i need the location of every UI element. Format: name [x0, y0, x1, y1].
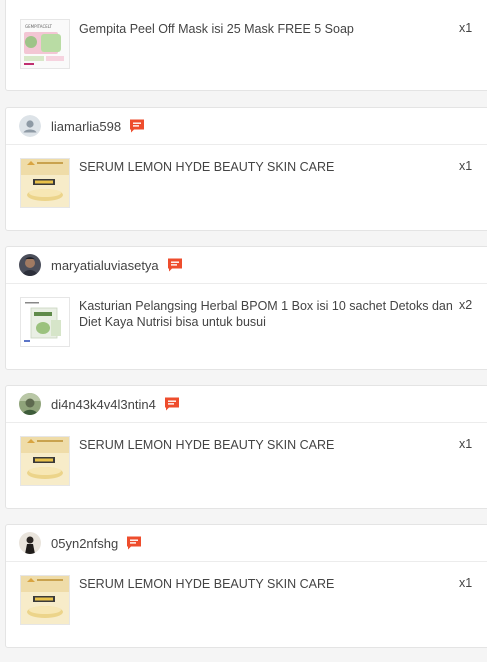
- product-quantity: x1: [459, 437, 473, 451]
- product-thumbnail[interactable]: [20, 158, 70, 208]
- buyer-username[interactable]: di4n43k4v4l3ntin4: [51, 397, 156, 412]
- chat-icon[interactable]: [167, 257, 183, 273]
- serum-product-image: [21, 159, 69, 207]
- product-thumbnail[interactable]: [20, 297, 70, 347]
- product-quantity: x2: [459, 298, 473, 312]
- order-card-header: di4n43k4v4l3ntin4: [6, 386, 487, 423]
- thumb-brand-text: GEMPITACELT: [25, 24, 52, 29]
- product-quantity: x1: [459, 159, 473, 173]
- buyer-username[interactable]: maryatialuviasetya: [51, 258, 159, 273]
- order-card-header: maryatialuviasetya: [6, 247, 487, 284]
- default-avatar-icon: [19, 115, 41, 137]
- buyer-avatar[interactable]: [19, 393, 41, 415]
- order-card: di4n43k4v4l3ntin4 SERUM LEMON HYDE BEAUT…: [5, 385, 487, 509]
- chat-icon[interactable]: [164, 396, 180, 412]
- product-thumbnail[interactable]: [20, 436, 70, 486]
- serum-product-image: [21, 576, 69, 624]
- order-card: GEMPITACELT Gempita Peel Off Mask isi 25…: [5, 0, 487, 91]
- order-card: 05yn2nfshg SERUM LEMON HYDE BEAUTY SKIN …: [5, 524, 487, 648]
- mask-product-image: GEMPITACELT: [21, 20, 69, 68]
- order-card-header: 05yn2nfshg: [6, 525, 487, 562]
- profile-photo: [19, 393, 41, 415]
- order-item-row[interactable]: SERUM LEMON HYDE BEAUTY SKIN CARE x1: [6, 145, 487, 245]
- product-quantity: x1: [459, 576, 473, 590]
- buyer-username[interactable]: liamarlia598: [51, 119, 121, 134]
- profile-photo: [19, 254, 41, 276]
- profile-photo: [19, 532, 41, 554]
- buyer-avatar[interactable]: [19, 254, 41, 276]
- product-name[interactable]: SERUM LEMON HYDE BEAUTY SKIN CARE: [79, 159, 457, 175]
- product-quantity: x1: [459, 21, 473, 35]
- product-thumbnail[interactable]: GEMPITACELT: [20, 19, 70, 69]
- order-card: liamarlia598 SERUM LEMON HYDE BEAUTY SKI…: [5, 107, 487, 231]
- order-item-row[interactable]: SERUM LEMON HYDE BEAUTY SKIN CARE x1: [6, 423, 487, 523]
- order-item-row[interactable]: Kasturian Pelangsing Herbal BPOM 1 Box i…: [6, 284, 487, 384]
- product-thumbnail[interactable]: [20, 575, 70, 625]
- buyer-username[interactable]: 05yn2nfshg: [51, 536, 118, 551]
- order-item-row[interactable]: SERUM LEMON HYDE BEAUTY SKIN CARE x1: [6, 562, 487, 662]
- buyer-avatar[interactable]: [19, 532, 41, 554]
- order-item-row[interactable]: GEMPITACELT Gempita Peel Off Mask isi 25…: [6, 0, 487, 92]
- chat-icon[interactable]: [129, 118, 145, 134]
- serum-product-image: [21, 437, 69, 485]
- buyer-avatar[interactable]: [19, 115, 41, 137]
- order-card-header: liamarlia598: [6, 108, 487, 145]
- chat-icon[interactable]: [126, 535, 142, 551]
- product-name[interactable]: Kasturian Pelangsing Herbal BPOM 1 Box i…: [79, 298, 457, 330]
- order-card: maryatialuviasetya Kasturian Pelangsing …: [5, 246, 487, 370]
- herbal-product-image: [21, 298, 69, 346]
- product-name[interactable]: Gempita Peel Off Mask isi 25 Mask FREE 5…: [79, 21, 457, 37]
- product-name[interactable]: SERUM LEMON HYDE BEAUTY SKIN CARE: [79, 437, 457, 453]
- product-name[interactable]: SERUM LEMON HYDE BEAUTY SKIN CARE: [79, 576, 457, 592]
